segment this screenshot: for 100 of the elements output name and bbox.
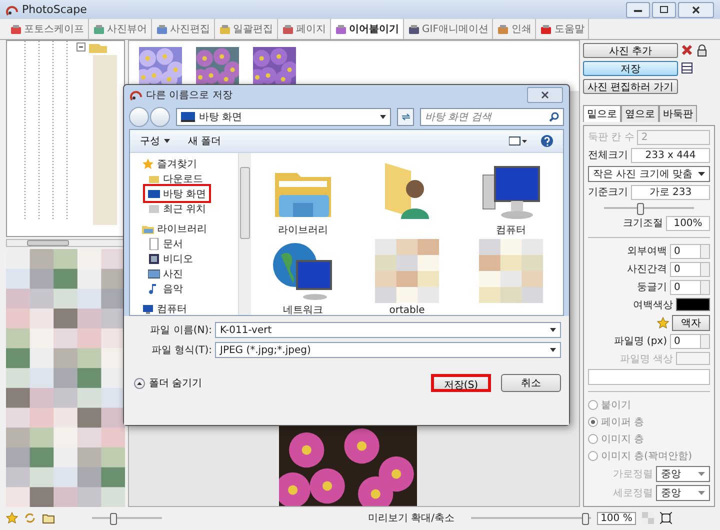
file-label[interactable]: 라이브러리 [278,223,328,237]
computer-icon [142,302,154,314]
nav-item[interactable]: 사진 [146,267,185,280]
remove-icon[interactable] [681,44,693,56]
file-label[interactable]: 컴퓨터 [496,223,526,237]
nav-item[interactable]: 즐겨찾기 [140,157,199,170]
nav-item[interactable]: 문서 [146,237,185,250]
filetype-dropdown[interactable]: JPEG (*.jpg;*.jpeg) [215,342,561,358]
tab[interactable]: 옆으로 [621,104,659,122]
slider-thumb[interactable] [110,513,117,526]
hide-folders-button[interactable]: 폴더 숨기기 [134,376,202,390]
search-box[interactable]: 바탕 화면 검색 [420,108,564,126]
field-label: 전체크기 [588,149,628,162]
button[interactable]: 취소 [501,374,561,392]
spin-field[interactable]: 0 [670,244,710,259]
app-logo-icon [6,4,18,16]
spin-field[interactable]: 0 [670,280,710,295]
list-icon[interactable] [681,62,693,74]
refresh-button[interactable] [397,108,414,126]
tab[interactable]: 바둑판 [659,104,697,122]
field-label: 파일명 (px) [614,335,667,348]
nav-item[interactable]: 비디오 [146,252,195,265]
nav-item[interactable]: 라이브러리 [140,222,209,235]
field-label: 파일 형식(T): [150,344,212,357]
document-icon [148,238,160,250]
close-icon [692,6,700,14]
tab-icon [540,24,552,35]
color-swatch[interactable] [676,352,710,366]
view-icon[interactable] [509,136,527,146]
button[interactable]: 사진 추가 [583,42,678,58]
caret-icon [698,472,705,476]
help-icon[interactable] [541,135,553,147]
dropdown-value: 중앙 [661,468,681,481]
field-label: 파일 이름(N): [149,324,212,337]
desktop-icon [148,188,160,200]
app-logo-icon [130,89,142,101]
dropdown-value: 중앙 [661,486,681,500]
dropdown: 2 [637,130,710,145]
color-swatch[interactable] [676,298,710,312]
nav-item[interactable]: 최근 위치 [146,202,208,215]
tab-icon [10,24,22,35]
tab[interactable]: 밑으로 [583,104,621,122]
field-label: 크기조절 [623,217,663,230]
star-icon [657,316,669,329]
close-button[interactable] [527,87,563,103]
field-label: 세로정렬 [613,486,653,500]
file-label[interactable]: ortable [389,305,425,316]
checker-icon[interactable] [642,512,654,524]
dropdown[interactable]: 중앙 [656,484,710,501]
filename-field[interactable]: K-011-vert [215,322,561,338]
button[interactable]: 사진 편집하러 가기 [583,78,678,94]
search-field[interactable]: 바탕 화면 검색 [425,110,549,124]
desktop-icon [181,112,195,122]
caret-icon [698,172,705,176]
nav-item[interactable]: 컴퓨터 [140,302,189,315]
dropdown[interactable]: 중앙 [656,466,710,482]
nav-item[interactable]: 바탕 화면 [146,187,208,200]
file-label[interactable]: 네트워크 [283,303,323,317]
zoom-value: 100 % [596,512,636,525]
frame-button[interactable]: 액자 [672,314,710,331]
field-label: 파일명 색상 [620,352,673,366]
field-label: 여백색상 [633,298,673,312]
field-label: 둥글기 [637,281,667,294]
caret-icon [550,328,556,332]
address-bar[interactable]: 바탕 화면 [176,108,392,126]
button[interactable]: 저장 [583,60,678,76]
button[interactable]: 저장(S) [431,374,491,392]
spin-field[interactable]: 0 [670,334,710,349]
lock-icon[interactable] [696,44,708,57]
minimize-button[interactable] [626,2,650,18]
organize-button[interactable]: 구성 [140,134,170,148]
tab[interactable]: 이어붙이기 [331,19,404,39]
tab-icon [335,24,347,35]
caret-icon [698,490,705,495]
tab-icon [408,24,420,35]
caret-icon [550,348,556,352]
maximize-icon [660,6,668,14]
nav-item[interactable]: 다운로드 [146,172,205,185]
maximize-button[interactable] [652,2,676,18]
star-icon [142,158,154,170]
star-icon[interactable] [6,512,18,524]
collapse-icon [134,378,145,388]
dropdown[interactable]: 작은 사진 크기에 맞춤 [588,166,710,182]
text-field[interactable] [588,368,710,385]
spin-field[interactable]: 0 [670,262,710,277]
window-title: PhotoScape [22,3,88,16]
new-folder-button[interactable]: 새 폴더 [188,134,222,148]
field-label: 사진간격 [627,263,667,276]
field-label: 기준크기 [588,186,628,200]
refresh-icon[interactable] [24,512,36,524]
vertical-scrollbar[interactable] [238,153,251,315]
tab-icon [497,24,510,35]
close-button[interactable] [678,2,714,18]
horizontal-scrollbar[interactable] [6,238,125,247]
tab-icon [219,24,231,35]
slider-thumb[interactable] [637,202,644,215]
value-text: 100% [666,216,710,231]
slider-thumb[interactable] [582,513,589,526]
fit-icon[interactable] [660,512,672,524]
nav-item[interactable]: 음악 [146,282,185,295]
